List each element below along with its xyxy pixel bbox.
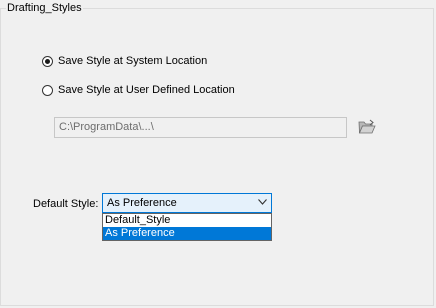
radio-system-location-label: Save Style at System Location [58, 55, 208, 67]
radio-user-location-label: Save Style at User Defined Location [58, 84, 235, 96]
default-style-value: As Preference [107, 197, 177, 209]
group-title: Drafting_Styles [6, 2, 83, 14]
location-path-field: C:\ProgramData\...\ [54, 117, 347, 138]
folder-open-icon[interactable] [358, 119, 376, 135]
dropdown-option-as-preference[interactable]: As Preference [103, 227, 271, 240]
radio-button-unchecked[interactable] [42, 84, 53, 96]
chevron-down-icon[interactable] [258, 199, 267, 205]
radio-user-location[interactable]: Save Style at User Defined Location [42, 82, 235, 98]
dropdown-option-default-style[interactable]: Default_Style [103, 214, 271, 227]
default-style-label: Default Style: [33, 198, 99, 210]
radio-system-location[interactable]: Save Style at System Location [42, 53, 207, 69]
radio-button-checked[interactable] [42, 55, 53, 67]
default-style-select[interactable]: As Preference [102, 193, 272, 213]
default-style-dropdown-list: Default_Style As Preference [102, 213, 272, 241]
